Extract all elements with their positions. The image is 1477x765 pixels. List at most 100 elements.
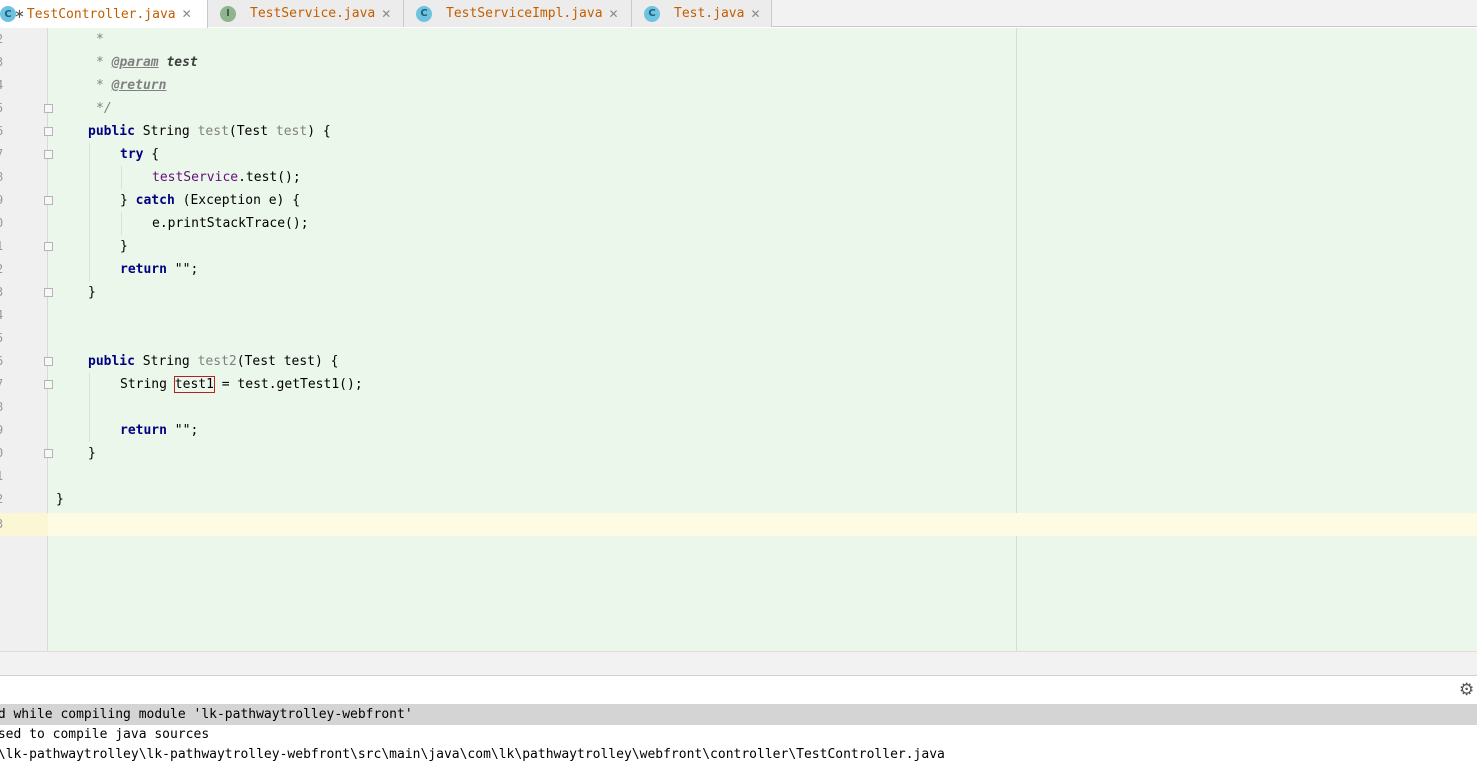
gear-icon[interactable]: ⚙ [1459,681,1477,699]
keyword: public [88,354,135,369]
fold-marker-icon[interactable] [44,288,53,297]
code-text: } [120,193,136,208]
message-row[interactable]: used to compile java sources [0,724,1477,745]
keyword: catch [135,193,175,208]
code-line[interactable]: 9 } catch (Exception e) { [0,189,1477,212]
keyword: return [120,423,167,438]
fold-marker-icon[interactable] [44,357,53,366]
method-name: test [197,124,229,139]
line-number: 3 [0,281,48,304]
line-number: 7 [0,373,48,396]
fold-marker-icon[interactable] [44,127,53,136]
messages-panel-header: ⚙ [0,676,1477,705]
code-text: = test.getTest1(); [213,377,363,392]
code-line[interactable]: 2 } [0,488,1477,511]
field-reference: testService [152,170,239,185]
code-text: } [120,239,128,254]
line-number: 6 [0,350,48,373]
close-icon[interactable]: ✕ [609,7,619,21]
code-line[interactable]: 7 String test1 = test.getTest1(); [0,373,1477,396]
class-icon: C [644,5,660,22]
keyword: try [120,147,144,162]
highlighted-variable[interactable]: test1 [173,376,215,393]
keyword: public [88,124,135,139]
code-line[interactable]: 8 testService.test(); [0,166,1477,189]
tab-testcontroller[interactable]: C ∗ TestController.java ✕ [0,0,208,28]
code-text: } [88,285,96,300]
tab-label: TestServiceImpl.java [446,6,603,21]
type-name: String [142,354,190,369]
interface-icon: I [220,5,236,22]
close-icon[interactable]: ✕ [182,7,192,21]
line-number: 4 [0,304,48,327]
type-name: String [142,124,190,139]
param-name: test [275,124,308,139]
tab-label: Test.java [674,6,745,21]
close-icon[interactable]: ✕ [381,7,391,21]
code-text: ""; [166,423,199,438]
line-number: 3 [0,51,48,74]
javadoc-tag: @return [111,78,167,93]
code-line[interactable]: 9 return ""; [0,419,1477,442]
comment-text: */ [96,101,112,116]
code-text: (Exception e) { [174,193,301,208]
javadoc-param-name: test [166,55,198,70]
line-number: 7 [0,143,48,166]
current-code-line[interactable]: 3 [0,513,1477,536]
code-text: { [143,147,160,162]
code-line[interactable]: 0 } [0,442,1477,465]
code-line[interactable]: 0 e.printStackTrace(); [0,212,1477,235]
code-text: } [56,492,64,507]
code-line[interactable]: 6 public String test(Test test) { [0,120,1477,143]
line-number: 8 [0,396,48,419]
method-name: test2 [197,354,237,369]
line-number: 9 [0,419,48,442]
code-text: e.printStackTrace(); [152,216,309,231]
code-line[interactable]: 2 return ""; [0,258,1477,281]
line-number: 1 [0,235,48,258]
message-row[interactable]: t\lk-pathwaytrolley\lk-pathwaytrolley-we… [0,744,1477,765]
code-text: ) { [307,124,331,139]
tab-testserviceimpl[interactable]: C TestServiceImpl.java ✕ [404,0,632,27]
tab-test[interactable]: C Test.java ✕ [632,0,772,27]
code-line[interactable]: 3 } [0,281,1477,304]
line-number: 0 [0,442,48,465]
code-line[interactable]: 8 [0,396,1477,419]
tab-testservice[interactable]: I TestService.java ✕ [208,0,404,27]
line-number: 4 [0,74,48,97]
code-line[interactable]: 4 * @return [0,74,1477,97]
code-line[interactable]: 5 [0,327,1477,350]
close-icon[interactable]: ✕ [750,7,760,21]
code-line[interactable]: 6 public String test2(Test test) { [0,350,1477,373]
message-row[interactable]: ed while compiling module 'lk-pathwaytro… [0,704,1477,725]
code-line[interactable]: 5 */ [0,97,1477,120]
line-number: 6 [0,120,48,143]
comment-text: * [96,32,104,47]
code-line[interactable]: 2 * [0,28,1477,51]
code-line[interactable]: 1 } [0,235,1477,258]
line-number: 1 [0,465,48,488]
code-line[interactable]: 7 try { [0,143,1477,166]
code-text: } [88,446,96,461]
line-number: 5 [0,327,48,350]
line-number: 2 [0,488,48,511]
code-text: ""; [166,262,199,277]
fold-marker-icon[interactable] [44,104,53,113]
code-line[interactable]: 4 [0,304,1477,327]
code-text: (Test [228,124,269,139]
code-editor[interactable]: 2 * 3 * @param test 4 * @return 5 */ 6 p… [0,28,1477,651]
code-text: (Test test) { [236,354,339,369]
code-line[interactable]: 3 * @param test [0,51,1477,74]
line-number: 2 [0,28,48,51]
horizontal-scrollbar[interactable] [0,651,1477,676]
fold-marker-icon[interactable] [44,150,53,159]
fold-marker-icon[interactable] [44,380,53,389]
line-number: 0 [0,212,48,235]
fold-marker-icon[interactable] [44,196,53,205]
code-line[interactable]: 1 [0,465,1477,488]
tab-label: TestService.java [250,6,376,21]
fold-marker-icon[interactable] [44,449,53,458]
keyword: return [120,262,167,277]
fold-marker-icon[interactable] [44,242,53,251]
line-number: 3 [0,513,48,536]
